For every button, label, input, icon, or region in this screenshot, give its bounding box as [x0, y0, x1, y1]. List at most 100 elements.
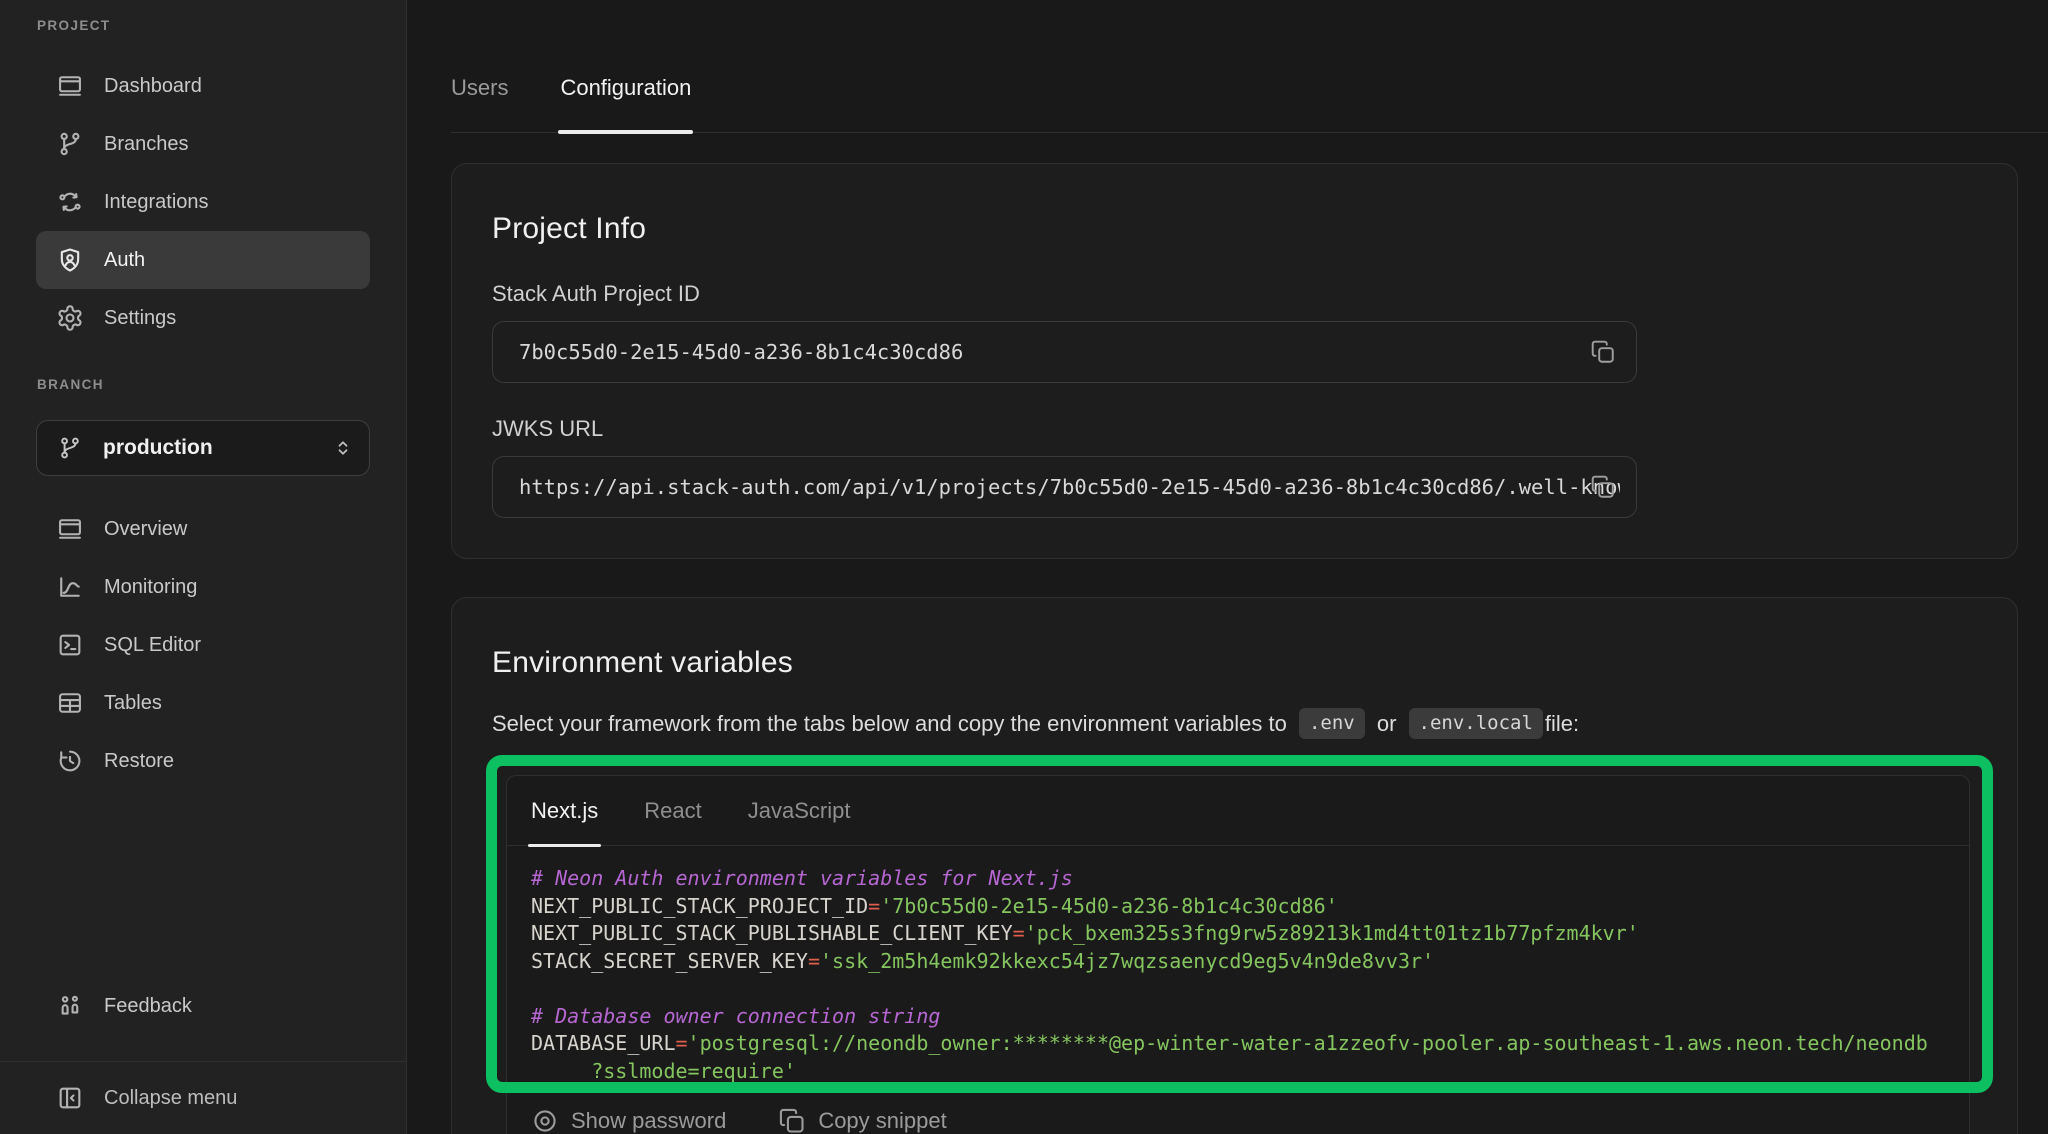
snippet-panel-wrap: Next.js React JavaScript # Neon Auth envir… [506, 775, 1970, 1134]
branch-selector[interactable]: production [36, 420, 370, 476]
framework-tab-javascript[interactable]: JavaScript [748, 776, 851, 845]
sidebar-item-monitoring[interactable]: Monitoring [36, 558, 370, 616]
sidebar-item-sql-editor[interactable]: SQL Editor [36, 616, 370, 674]
collapse-menu-button[interactable]: Collapse menu [36, 1069, 370, 1127]
environment-variables-title: Environment variables [492, 644, 1977, 682]
branch-nav: Overview Monitoring SQL Editor Tables Restor… [0, 500, 406, 790]
tab-configuration[interactable]: Configuration [560, 75, 691, 132]
sidebar-item-label: Tables [104, 692, 162, 715]
code-line: NEXT_PUBLIC_STACK_PROJECT_ID='7b0c55d0-2… [531, 893, 1949, 921]
code-token-op: = [868, 894, 880, 918]
collapse-icon [56, 1084, 84, 1112]
sidebar-item-feedback[interactable]: Feedback [36, 977, 370, 1035]
environment-variables-description: Select your framework from the tabs belo… [492, 708, 1977, 739]
code-token-string: 'postgresql://neondb_owner:********@ep-w… [688, 1031, 1928, 1055]
project-info-card: Project Info Stack Auth Project ID 7b0c55… [451, 163, 2018, 559]
show-password-button[interactable]: Show password [531, 1107, 726, 1134]
sidebar-item-tables[interactable]: Tables [36, 674, 370, 732]
sidebar-item-restore[interactable]: Restore [36, 732, 370, 790]
feedback-nav: Feedback [0, 977, 406, 1035]
auth-icon [56, 246, 84, 274]
copy-button[interactable] [1580, 464, 1626, 510]
field-input-jwks-url[interactable]: https://api.stack-auth.com/api/v1/projec… [492, 456, 1637, 518]
code-line: ?sslmode=require' [531, 1058, 1949, 1086]
code-line: STACK_SECRET_SERVER_KEY='ssk_2m5h4emk92k… [531, 948, 1949, 976]
code-token-op: = [1013, 921, 1025, 945]
eye-icon [531, 1107, 559, 1134]
copy-icon [1590, 474, 1616, 500]
sidebar-item-auth[interactable]: Auth [36, 231, 370, 289]
integrations-icon [56, 188, 84, 216]
sidebar-item-label: Overview [104, 518, 187, 541]
project-info-fields: Stack Auth Project ID 7b0c55d0-2e15-45d0-… [492, 281, 1977, 518]
code-token-string: 'pck_bxem325s3fng9rw5z89213k1md4tt01tz1b… [1025, 921, 1639, 945]
snippet-actions: Show password Copy snippet [507, 1095, 1969, 1134]
field-value: https://api.stack-auth.com/api/v1/projec… [519, 475, 1620, 499]
project-info-title: Project Info [492, 210, 1977, 248]
sidebar-item-overview[interactable]: Overview [36, 500, 370, 558]
field-label-jwks-url: JWKS URL [492, 416, 1977, 442]
restore-icon [56, 747, 84, 775]
snippet-panel: Next.js React JavaScript # Neon Auth envir… [506, 775, 1970, 1134]
main-content: Users Configuration Project Info Stack Au… [408, 0, 2048, 1134]
sidebar-item-label: SQL Editor [104, 634, 201, 657]
copy-icon [778, 1107, 806, 1134]
sql-editor-icon [56, 631, 84, 659]
code-line: # Database owner connection string [531, 1003, 1949, 1031]
code-line: NEXT_PUBLIC_STACK_PUBLISHABLE_CLIENT_KEY… [531, 920, 1949, 948]
copy-snippet-button[interactable]: Copy snippet [778, 1107, 946, 1134]
sidebar-item-label: Feedback [104, 995, 192, 1018]
branch-icon [57, 435, 83, 461]
sidebar-item-label: Monitoring [104, 576, 197, 599]
framework-tabbar: Next.js React JavaScript [507, 776, 1969, 846]
field-input-stack-auth-project-id[interactable]: 7b0c55d0-2e15-45d0-a236-8b1c4c30cd86 [492, 321, 1637, 383]
tables-icon [56, 689, 84, 717]
sidebar-item-label: Integrations [104, 191, 209, 214]
sidebar-item-settings[interactable]: Settings [36, 289, 370, 347]
copy-button[interactable] [1580, 329, 1626, 375]
gear-icon [56, 304, 84, 332]
inline-code-chip: .env [1299, 708, 1365, 739]
dashboard-icon [56, 72, 84, 100]
field-label-stack-auth-project-id: Stack Auth Project ID [492, 281, 1977, 307]
code-token-string: 'ssk_2m5h4emk92kkexc54jz7wqzsaenycd9eg5v… [820, 949, 1434, 973]
code-line: DATABASE_URL='postgresql://neondb_owner:… [531, 1030, 1949, 1058]
inline-code-chip: .env.local [1409, 708, 1543, 739]
code-token-op: = [676, 1031, 688, 1055]
sidebar-footer: Collapse menu [0, 1061, 406, 1134]
code-token-var: DATABASE_URL [531, 1031, 676, 1055]
code-token-comment: # Neon Auth environment variables for Ne… [531, 866, 1073, 890]
code-token-var: NEXT_PUBLIC_STACK_PUBLISHABLE_CLIENT_KEY [531, 921, 1013, 945]
sidebar-item-integrations[interactable]: Integrations [36, 173, 370, 231]
description-text: or [1371, 709, 1403, 739]
sidebar-item-dashboard[interactable]: Dashboard [36, 57, 370, 115]
tab-users[interactable]: Users [451, 75, 508, 132]
environment-variables-card: Environment variables Select your framew… [451, 597, 2018, 1134]
sidebar: PROJECT DashboardBranchesIntegrationsAut… [0, 0, 407, 1134]
monitoring-icon [56, 573, 84, 601]
action-label: Copy snippet [818, 1108, 946, 1134]
framework-tab-react[interactable]: React [644, 776, 701, 845]
collapse-menu-label: Collapse menu [104, 1087, 237, 1110]
code-line [531, 975, 1949, 1003]
branch-icon [56, 130, 84, 158]
action-label: Show password [571, 1108, 726, 1134]
sidebar-item-branches[interactable]: Branches [36, 115, 370, 173]
code-token-op: = [808, 949, 820, 973]
overview-icon [56, 515, 84, 543]
sidebar-item-label: Auth [104, 249, 145, 272]
feedback-icon [56, 992, 84, 1020]
code-token-string: '7b0c55d0-2e15-45d0-a236-8b1c4c30cd86' [880, 894, 1338, 918]
env-code-block: # Neon Auth environment variables for Ne… [507, 846, 1969, 1095]
code-token-string: ?sslmode=require' [531, 1059, 796, 1083]
sidebar-item-label: Dashboard [104, 75, 202, 98]
description-text: file: [1545, 709, 1579, 739]
sidebar-spacer [0, 790, 406, 977]
section-label-branch: BRANCH [37, 377, 406, 392]
framework-tab-next-js[interactable]: Next.js [531, 776, 598, 845]
description-text: Select your framework from the tabs belo… [492, 709, 1293, 739]
sidebar-item-label: Restore [104, 750, 174, 773]
code-token-comment: # Database owner connection string [531, 1004, 940, 1028]
chevron-updown-icon [331, 436, 355, 460]
sidebar-item-label: Settings [104, 307, 176, 330]
